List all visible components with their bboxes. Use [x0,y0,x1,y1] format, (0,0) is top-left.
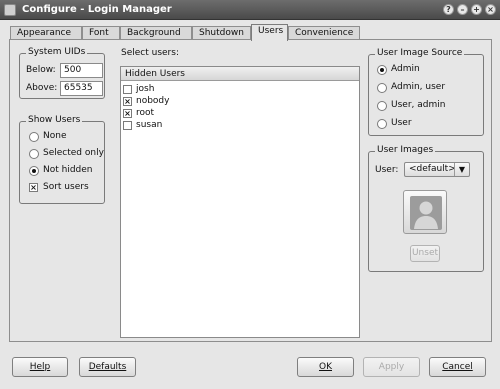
user-combo-label: User: [375,165,399,175]
user-name: susan [136,120,163,130]
user-image-select[interactable]: <default> ▼ [404,162,470,177]
below-label: Below: [26,65,56,75]
radio-indicator [29,132,39,142]
system-uids-title: System UIDs [26,47,88,57]
radio-indicator [377,83,387,93]
user-images-title: User Images [375,145,436,155]
maximize-icon[interactable]: + [471,4,482,15]
apply-button-label: Apply [378,362,405,372]
checkbox-indicator: × [123,109,132,118]
tab-font[interactable]: Font [82,26,120,40]
radio-indicator [29,149,39,159]
image-source-admin-user-radio[interactable]: Admin, user [377,82,477,94]
radio-indicator [29,166,39,176]
user-image-select-value: <default> [409,164,456,174]
tab-shutdown[interactable]: Shutdown [192,26,251,40]
radio-indicator [377,65,387,75]
title-bar: Configure - Login Manager ? – + × [0,0,500,20]
checkbox-indicator: × [29,183,38,192]
users-panel: System UIDs Below: 500 Above: 65535 Show… [9,39,492,342]
close-icon[interactable]: × [485,4,496,15]
help-button-label: Help [29,362,51,372]
radio-indicator [377,101,387,111]
cancel-button[interactable]: Cancel [429,357,486,377]
minimize-icon[interactable]: – [457,4,468,15]
show-users-title: Show Users [26,115,83,125]
checkbox-indicator [123,85,132,94]
sort-users-checkbox[interactable]: × Sort users [29,182,104,194]
select-users-label: Select users: [121,48,179,58]
tab-appearance[interactable]: Appearance [10,26,82,40]
apply-button[interactable]: Apply [363,357,420,377]
option-label: Admin, user [391,82,446,92]
tab-convenience[interactable]: Convenience [288,26,360,40]
show-selected-only-radio[interactable]: Selected only [29,148,104,160]
system-uids-group: System UIDs Below: 500 Above: 65535 [19,47,105,99]
image-source-user-radio[interactable]: User [377,118,477,130]
show-none-radio[interactable]: None [29,131,104,143]
user-image-source-title: User Image Source [375,48,465,58]
user-image-button[interactable] [403,190,447,234]
above-uid-input[interactable]: 65535 [60,81,103,96]
cancel-button-label: Cancel [442,362,473,372]
above-label: Above: [26,83,58,93]
option-label: Admin [391,64,420,74]
user-name: root [136,108,155,118]
window-title: Configure - Login Manager [22,4,172,15]
hidden-users-header[interactable]: Hidden Users [121,67,359,81]
option-label: None [43,131,67,141]
show-not-hidden-radio[interactable]: Not hidden [29,165,104,177]
radio-indicator [377,119,387,129]
defaults-button-label: Defaults [88,362,127,372]
help-button[interactable]: Help [12,357,68,377]
user-name: josh [136,84,155,94]
option-label: Not hidden [43,165,93,175]
option-label: Sort users [43,182,89,192]
chevron-down-icon: ▼ [454,163,469,176]
checkbox-indicator: × [123,97,132,106]
option-label: Selected only [43,148,104,158]
user-silhouette-icon [410,196,442,230]
defaults-button[interactable]: Defaults [79,357,136,377]
hidden-users-list[interactable]: Hidden Users josh × nobody × root susan [120,66,360,338]
help-icon[interactable]: ? [443,4,454,15]
checkbox-indicator [123,121,132,130]
option-label: User, admin [391,100,446,110]
tab-background[interactable]: Background [120,26,192,40]
user-images-group: User Images User: <default> ▼ Unset [368,145,484,272]
app-icon [4,4,16,16]
show-users-group: Show Users None Selected only Not hidden… [19,115,105,204]
user-image-source-group: User Image Source Admin Admin, user User… [368,48,484,136]
ok-button[interactable]: OK [297,357,354,377]
unset-image-button[interactable]: Unset [410,245,440,262]
image-source-user-admin-radio[interactable]: User, admin [377,100,477,112]
option-label: User [391,118,412,128]
below-uid-input[interactable]: 500 [60,63,103,78]
ok-button-label: OK [319,362,332,372]
tab-users[interactable]: Users [251,24,288,41]
image-source-admin-radio[interactable]: Admin [377,64,477,76]
user-name: nobody [136,96,170,106]
